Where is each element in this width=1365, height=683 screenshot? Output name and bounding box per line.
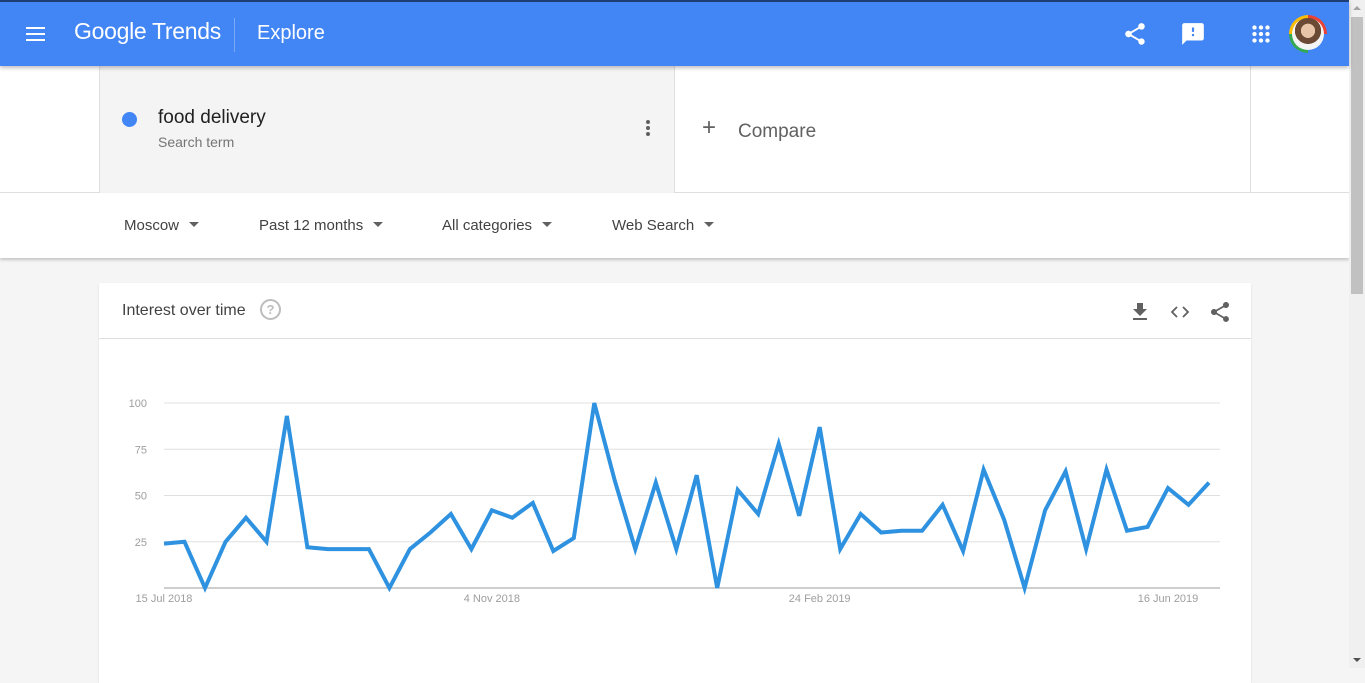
data-point <box>408 547 412 551</box>
category-dropdown[interactable]: All categories <box>442 217 553 234</box>
data-point <box>387 586 391 590</box>
data-point <box>1146 525 1150 529</box>
data-point <box>285 414 289 418</box>
data-point <box>592 401 596 405</box>
account-avatar[interactable] <box>1289 15 1327 53</box>
term-color-dot <box>122 112 137 127</box>
search-property-value: Web Search <box>612 217 695 234</box>
x-tick-label: 24 Feb 2019 <box>789 593 851 605</box>
data-point <box>572 536 576 540</box>
data-point <box>531 501 535 505</box>
data-point <box>900 529 904 533</box>
data-point <box>1064 469 1068 473</box>
dropdown-arrow-icon <box>373 221 384 227</box>
data-point <box>838 547 842 551</box>
top-app-bar: Google Trends Explore <box>0 0 1349 66</box>
data-point <box>633 547 637 551</box>
data-point <box>469 547 473 551</box>
data-point <box>203 586 207 590</box>
data-point <box>490 508 494 512</box>
data-point <box>941 503 945 507</box>
data-point <box>1023 586 1027 590</box>
data-point <box>551 549 555 553</box>
interest-line-chart[interactable]: 25 50 75 100 15 Jul 2018 4 Nov 2018 24 Feb 201… <box>99 283 1251 683</box>
region-value: Moscow <box>124 217 180 234</box>
x-tick-label: 15 Jul 2018 <box>136 593 193 605</box>
data-point <box>797 514 801 518</box>
data-point <box>695 473 699 477</box>
data-point <box>777 442 781 446</box>
x-tick-label: 16 Jun 2019 <box>1138 593 1199 605</box>
y-tick-label: 100 <box>129 398 147 410</box>
search-property-dropdown[interactable]: Web Search <box>612 217 715 234</box>
data-point <box>859 512 863 516</box>
page-title: Explore <box>257 22 325 44</box>
data-point <box>736 488 740 492</box>
x-tick-label: 4 Nov 2018 <box>464 593 520 605</box>
data-point <box>1105 468 1109 472</box>
vertical-scrollbar[interactable] <box>1349 0 1365 668</box>
data-point <box>346 547 350 551</box>
data-point <box>1084 547 1088 551</box>
data-point <box>920 529 924 533</box>
data-point <box>182 540 186 544</box>
data-point <box>654 481 658 485</box>
data-point <box>326 547 330 551</box>
data-point <box>428 531 432 535</box>
data-point <box>818 425 822 429</box>
data-point <box>449 512 453 516</box>
data-point <box>982 468 986 472</box>
data-point <box>223 540 227 544</box>
apps-grid-icon[interactable] <box>1248 21 1274 47</box>
feedback-icon[interactable] <box>1180 21 1206 47</box>
search-term-type: Search term <box>158 134 235 150</box>
dropdown-arrow-icon <box>189 221 200 227</box>
dropdown-arrow-icon <box>542 221 553 227</box>
scroll-thumb[interactable] <box>1351 17 1363 294</box>
menu-icon[interactable] <box>24 22 48 46</box>
data-point <box>1125 529 1129 533</box>
data-point <box>879 531 883 535</box>
dropdown-arrow-icon <box>704 221 715 227</box>
search-term-card[interactable]: food delivery Search term <box>99 66 675 193</box>
compare-label: Compare <box>738 121 817 142</box>
data-point <box>1002 518 1006 522</box>
data-point <box>613 479 617 483</box>
time-range-value: Past 12 months <box>259 217 364 234</box>
data-point <box>305 545 309 549</box>
region-dropdown[interactable]: Moscow <box>124 217 200 234</box>
data-point <box>674 547 678 551</box>
search-term-name[interactable]: food delivery <box>158 107 266 129</box>
add-icon: + <box>702 114 717 141</box>
data-point <box>1043 508 1047 512</box>
y-tick-label: 50 <box>135 491 147 503</box>
y-tick-label: 25 <box>135 537 147 549</box>
data-point <box>264 540 268 544</box>
data-point <box>961 549 965 553</box>
header-divider <box>234 18 235 52</box>
data-point <box>510 516 514 520</box>
search-terms-row: food delivery Search term + Compare <box>0 66 1349 193</box>
interest-over-time-card: Interest over time ? 25 50 75 100 15 Jul 201… <box>99 283 1251 683</box>
data-point <box>1187 503 1191 507</box>
avatar-photo <box>1292 18 1324 50</box>
compare-button[interactable]: + Compare <box>676 66 1251 193</box>
scroll-up-arrow-icon[interactable] <box>1353 6 1361 10</box>
google-trends-logo[interactable]: Google Trends <box>74 18 221 45</box>
data-point <box>244 516 248 520</box>
data-point <box>756 512 760 516</box>
time-range-dropdown[interactable]: Past 12 months <box>259 217 384 234</box>
data-point <box>1166 486 1170 490</box>
data-point <box>1207 481 1211 485</box>
data-point <box>715 586 719 590</box>
data-point <box>367 547 371 551</box>
scroll-down-arrow-icon[interactable] <box>1353 658 1361 662</box>
data-point <box>162 542 166 546</box>
share-icon[interactable] <box>1122 21 1148 47</box>
more-vert-icon[interactable] <box>638 118 658 138</box>
filter-bar: Moscow Past 12 months All categories Web… <box>0 193 1349 258</box>
category-value: All categories <box>442 217 533 234</box>
y-tick-label: 75 <box>135 444 147 456</box>
